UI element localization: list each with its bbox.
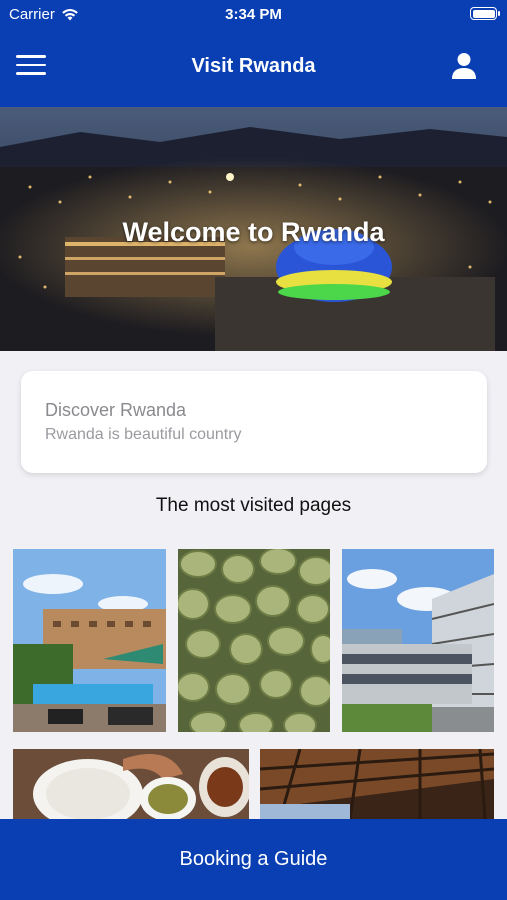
status-time: 3:34 PM xyxy=(225,6,282,23)
nav-bar: Visit Rwanda xyxy=(0,40,507,92)
coffee-beans-image xyxy=(178,549,330,732)
food-tile[interactable] xyxy=(13,749,249,819)
building-tile[interactable] xyxy=(342,549,494,732)
hero-banner: Welcome to Rwanda xyxy=(0,107,507,351)
coffee-beans-tile[interactable] xyxy=(178,549,330,732)
discover-card[interactable]: Discover Rwanda Rwanda is beautiful coun… xyxy=(21,371,487,473)
booking-guide-button[interactable]: Booking a Guide xyxy=(0,819,507,900)
hero-title: Welcome to Rwanda xyxy=(122,217,385,247)
status-bar: Carrier 3:34 PM xyxy=(0,0,507,28)
venue-tile[interactable] xyxy=(260,749,494,819)
venue-image xyxy=(260,749,494,819)
hotel-pool-image xyxy=(13,549,166,732)
hotel-pool-tile[interactable] xyxy=(13,549,166,732)
profile-button[interactable] xyxy=(451,52,477,80)
top-bar: Carrier 3:34 PM Visit Rwanda xyxy=(0,0,507,107)
booking-guide-label: Booking a Guide xyxy=(179,848,328,870)
building-image xyxy=(342,549,494,732)
card-title: Discover Rwanda xyxy=(45,400,187,420)
page-title: Visit Rwanda xyxy=(191,55,316,77)
battery-icon xyxy=(470,7,500,20)
food-image xyxy=(13,749,249,819)
card-subtitle: Rwanda is beautiful country xyxy=(45,426,242,443)
section-title: The most visited pages xyxy=(155,495,352,516)
